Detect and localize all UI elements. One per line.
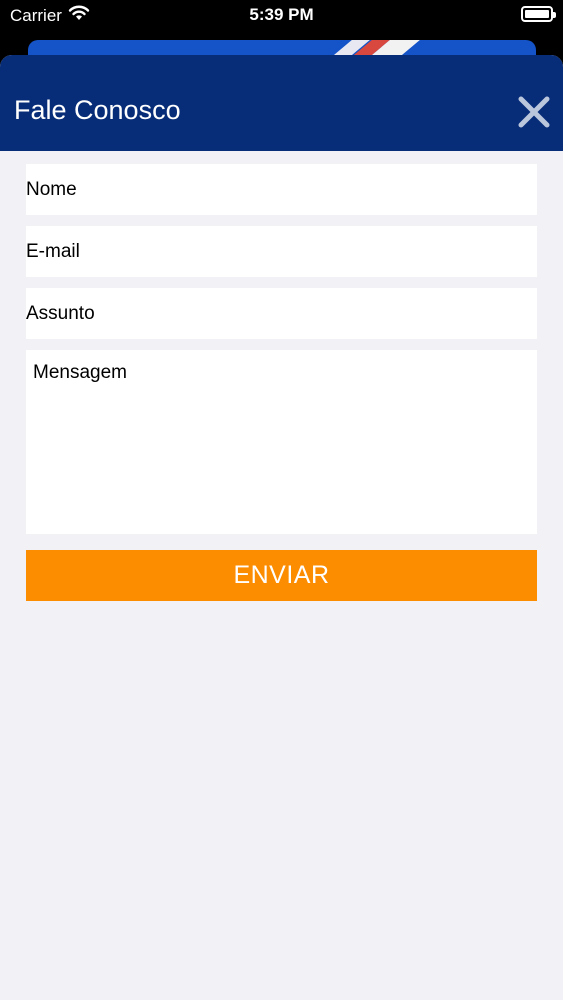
status-time: 5:39 PM [249,5,314,24]
screen: Carrier 5:39 PM Fale Conosco Nome E-mail… [0,0,563,1000]
contact-form: ENVIAR [0,151,563,601]
subject-input[interactable] [26,288,537,339]
battery-level [525,10,549,18]
name-input[interactable] [26,164,537,215]
submit-button[interactable]: ENVIAR [26,550,537,601]
status-bar: Carrier 5:39 PM [0,0,563,30]
contact-modal: Fale Conosco ENVIAR [0,55,563,1000]
email-input[interactable] [26,226,537,277]
battery-icon [521,6,556,22]
close-button[interactable] [517,95,551,129]
close-icon [518,96,550,128]
modal-header: Fale Conosco [0,55,563,151]
modal-title: Fale Conosco [14,95,181,125]
message-input[interactable] [26,350,537,534]
